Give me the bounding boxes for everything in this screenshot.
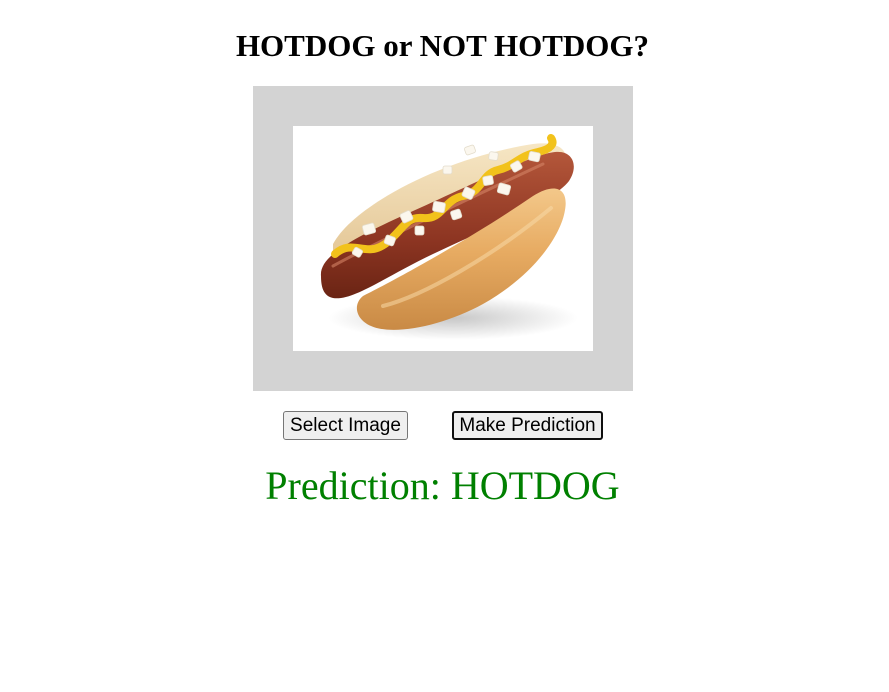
select-image-button[interactable]: Select Image	[283, 411, 408, 440]
page-title: HOTDOG or NOT HOTDOG?	[235, 28, 650, 63]
make-prediction-button[interactable]: Make Prediction	[452, 411, 603, 440]
image-preview	[293, 126, 593, 351]
hotdog-photo-icon	[320, 134, 578, 340]
image-preview-frame	[253, 86, 633, 391]
prediction-result: Prediction: HOTDOG	[265, 463, 620, 508]
